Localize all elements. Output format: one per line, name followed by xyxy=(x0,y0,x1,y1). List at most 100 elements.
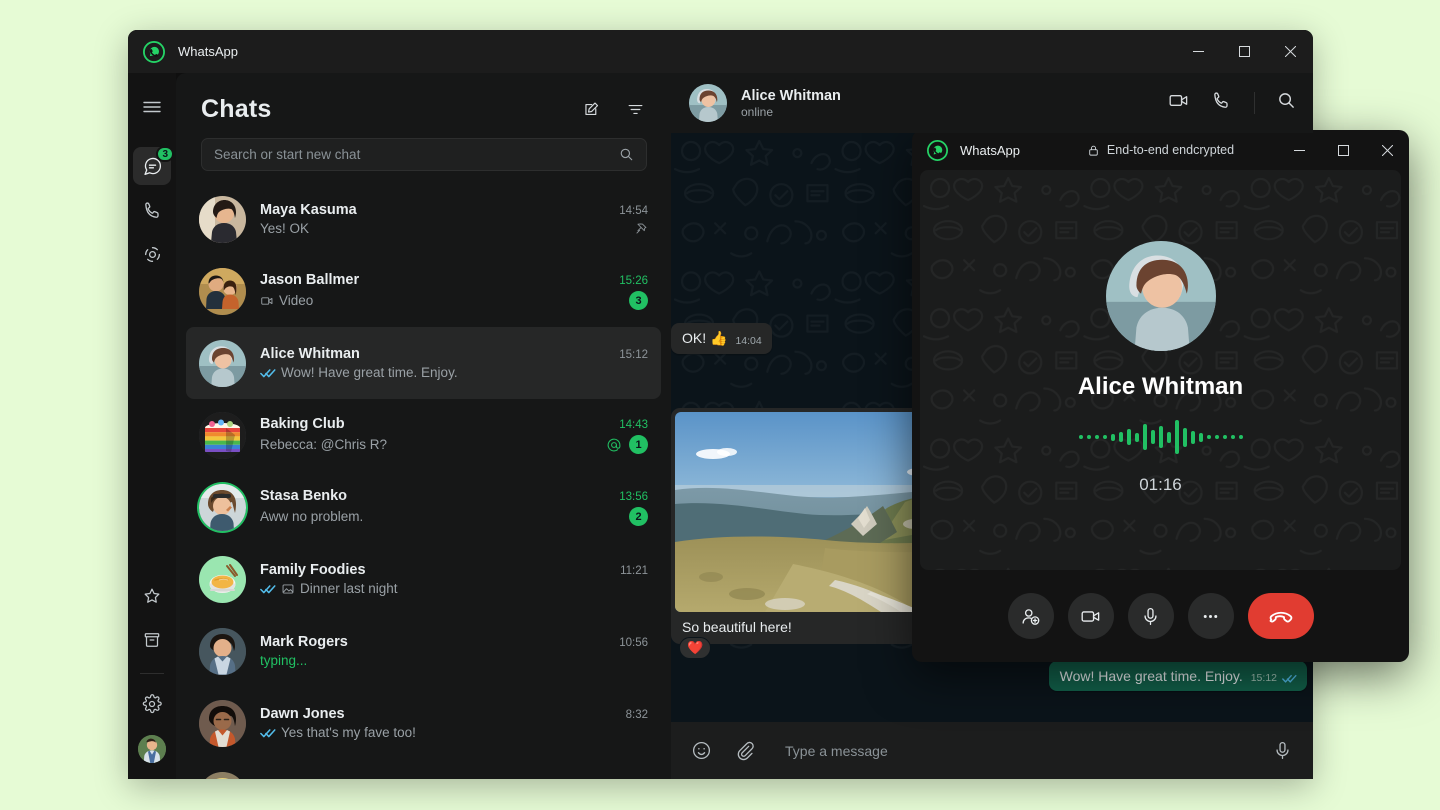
microphone-icon[interactable] xyxy=(1272,740,1293,761)
read-receipt-icon xyxy=(260,727,276,739)
list-item-meta: 1 xyxy=(598,435,648,454)
attachment-clip-icon[interactable] xyxy=(734,740,755,761)
chat-preview: Yes! OK xyxy=(260,221,309,236)
voice-call-window: WhatsApp End-to-end endcrypted xyxy=(912,130,1409,662)
emoji-icon[interactable] xyxy=(691,740,712,761)
call-window-titlebar: WhatsApp End-to-end endcrypted xyxy=(912,130,1409,170)
list-item[interactable]: Mark Rogers 10:56 typing... xyxy=(186,615,661,687)
conversation-header-actions xyxy=(1168,90,1296,116)
chat-preview-text: Yes that's my fave too! xyxy=(281,725,416,740)
more-options-icon[interactable] xyxy=(1188,593,1234,639)
search-icon[interactable] xyxy=(1277,91,1296,115)
profile-avatar[interactable] xyxy=(138,735,166,763)
list-item[interactable]: Ziggy Woodley 8:12 xyxy=(186,759,661,779)
list-item-meta: 3 xyxy=(621,291,648,310)
photo-caption-text: So beautiful here! xyxy=(682,619,792,635)
list-item[interactable]: Stasa Benko 13:56 Aww no problem. 2 xyxy=(186,471,661,543)
search-box[interactable] xyxy=(201,138,647,171)
new-chat-icon[interactable] xyxy=(579,98,603,122)
avatar xyxy=(199,628,246,675)
list-item-alice-whitman[interactable]: Alice Whitman 15:12 xyxy=(186,327,661,399)
sidebar-item-status[interactable] xyxy=(133,235,171,273)
chat-time: 14:43 xyxy=(611,419,648,431)
list-item-body: Mark Rogers 10:56 typing... xyxy=(260,634,648,668)
whatsapp-logo-icon xyxy=(143,41,165,63)
avatar xyxy=(199,268,246,315)
chat-time: 14:54 xyxy=(611,205,648,217)
chat-preview: Video xyxy=(260,293,313,308)
unread-badge: 3 xyxy=(629,291,648,310)
encryption-label: End-to-end endcrypted xyxy=(1107,143,1234,157)
conversation-avatar[interactable] xyxy=(689,84,727,122)
list-item[interactable]: Baking Club 14:43 Rebecca: @Chris R? xyxy=(186,399,661,471)
add-participant-icon[interactable] xyxy=(1008,593,1054,639)
chat-time: 11:21 xyxy=(612,565,648,577)
archive-icon[interactable] xyxy=(133,621,171,659)
chat-list-header-actions xyxy=(579,98,647,122)
hamburger-menu-icon[interactable] xyxy=(133,88,171,126)
chat-name: Mark Rogers xyxy=(260,634,348,650)
end-call-icon[interactable] xyxy=(1248,593,1314,639)
lock-icon xyxy=(1087,144,1100,157)
unread-badge: 1 xyxy=(629,435,648,454)
message-bubble-outgoing[interactable]: Wow! Have great time. Enjoy. 15:12 xyxy=(1049,661,1307,691)
settings-icon[interactable] xyxy=(133,685,171,723)
navrail-divider xyxy=(140,673,164,674)
microphone-icon[interactable] xyxy=(1128,593,1174,639)
navrail-top-group: 3 xyxy=(133,88,171,276)
avatar xyxy=(199,484,246,531)
message-input[interactable] xyxy=(785,743,1258,759)
search-input[interactable] xyxy=(214,147,619,162)
conversation-header: Alice Whitman online xyxy=(671,73,1313,133)
search-icon[interactable] xyxy=(619,147,634,162)
message-text: OK! 👍 xyxy=(682,330,727,347)
navrail-bottom-group xyxy=(133,577,171,763)
voice-call-icon[interactable] xyxy=(1211,90,1232,116)
close-button[interactable] xyxy=(1267,30,1313,73)
minimize-button[interactable] xyxy=(1175,30,1221,73)
message-time: 15:12 xyxy=(1251,672,1277,684)
chat-preview-typing: typing... xyxy=(260,653,307,668)
call-maximize-button[interactable] xyxy=(1321,130,1365,170)
chat-name: Family Foodies xyxy=(260,562,366,578)
chat-preview-text: Dinner last night xyxy=(300,581,398,596)
message-reaction[interactable]: ❤️ xyxy=(679,637,711,659)
call-info: Alice Whitman 01:16 xyxy=(920,170,1401,570)
starred-icon[interactable] xyxy=(133,577,171,615)
avatar xyxy=(199,412,246,459)
list-item-body: Dawn Jones 8:32 xyxy=(260,706,648,740)
call-stage: Alice Whitman 01:16 xyxy=(920,170,1401,570)
video-camera-icon[interactable] xyxy=(1068,593,1114,639)
list-item-body: Family Foodies 11:21 xyxy=(260,562,648,596)
avatar xyxy=(199,196,246,243)
window-titlebar: WhatsApp xyxy=(128,30,1313,73)
video-call-icon[interactable] xyxy=(1168,90,1189,116)
chat-time: 15:12 xyxy=(611,349,648,361)
avatar xyxy=(199,700,246,747)
sidebar-item-chats[interactable]: 3 xyxy=(133,147,171,185)
filter-icon[interactable] xyxy=(623,98,647,122)
chat-list[interactable]: Maya Kasuma 14:54 Yes! OK xyxy=(176,181,671,779)
photo-icon xyxy=(281,582,295,596)
list-item[interactable]: Dawn Jones 8:32 xyxy=(186,687,661,759)
call-close-button[interactable] xyxy=(1365,130,1409,170)
chat-name: Stasa Benko xyxy=(260,488,347,504)
maximize-button[interactable] xyxy=(1221,30,1267,73)
call-minimize-button[interactable] xyxy=(1277,130,1321,170)
unread-badge: 2 xyxy=(629,507,648,526)
audio-waveform xyxy=(1079,419,1243,455)
list-item[interactable]: Maya Kasuma 14:54 Yes! OK xyxy=(186,183,661,255)
chat-name: Jason Ballmer xyxy=(260,272,359,288)
list-item-meta xyxy=(626,222,648,236)
message-bubble-incoming[interactable]: OK! 👍 14:04 xyxy=(671,323,772,354)
sidebar-item-calls[interactable] xyxy=(133,191,171,229)
list-item[interactable]: Jason Ballmer 15:26 xyxy=(186,255,661,327)
screen-root: WhatsApp xyxy=(0,0,1440,810)
chat-time: 13:56 xyxy=(611,491,648,503)
call-controls xyxy=(912,570,1409,662)
list-item-body: Maya Kasuma 14:54 Yes! OK xyxy=(260,202,648,236)
list-item[interactable]: Family Foodies 11:21 xyxy=(186,543,661,615)
chat-name: Baking Club xyxy=(260,416,345,432)
call-duration: 01:16 xyxy=(1139,475,1182,495)
pin-icon xyxy=(634,222,648,236)
